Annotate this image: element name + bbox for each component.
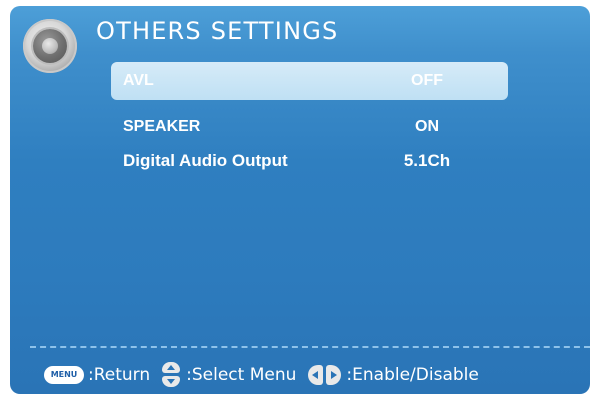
up-down-key-icon [160, 362, 182, 388]
settings-screen: OTHERS SETTINGS AVL OFF SPEAKER ON Digit… [10, 6, 590, 394]
menu-item-value: ON [415, 118, 439, 135]
up-arrow-icon [162, 362, 181, 373]
menu-item-speaker[interactable]: SPEAKER ON [111, 108, 508, 146]
left-right-key-icon [308, 365, 342, 385]
right-arrow-icon [326, 365, 342, 385]
menu-item-label: Digital Audio Output [123, 151, 288, 170]
help-bar: MENU :Return :Select Menu :Enable/Disabl… [44, 362, 479, 388]
speaker-icon [23, 19, 77, 73]
menu-item-label: AVL [123, 72, 154, 89]
menu-item-value: OFF [411, 72, 443, 89]
select-menu-hint: :Select Menu [186, 365, 297, 385]
page-title: OTHERS SETTINGS [96, 17, 339, 45]
footer-divider [30, 346, 590, 348]
menu-item-avl[interactable]: AVL OFF [111, 62, 508, 100]
menu-item-digital-audio-output[interactable]: Digital Audio Output 5.1Ch [111, 142, 508, 180]
speaker-cone [42, 38, 58, 54]
left-arrow-icon [308, 365, 324, 385]
down-arrow-icon [162, 376, 181, 387]
menu-item-value: 5.1Ch [403, 151, 451, 170]
menu-key-icon: MENU [44, 366, 84, 384]
return-hint: :Return [88, 365, 151, 385]
menu-item-label: SPEAKER [123, 118, 201, 135]
enable-disable-hint: :Enable/Disable [346, 365, 479, 385]
